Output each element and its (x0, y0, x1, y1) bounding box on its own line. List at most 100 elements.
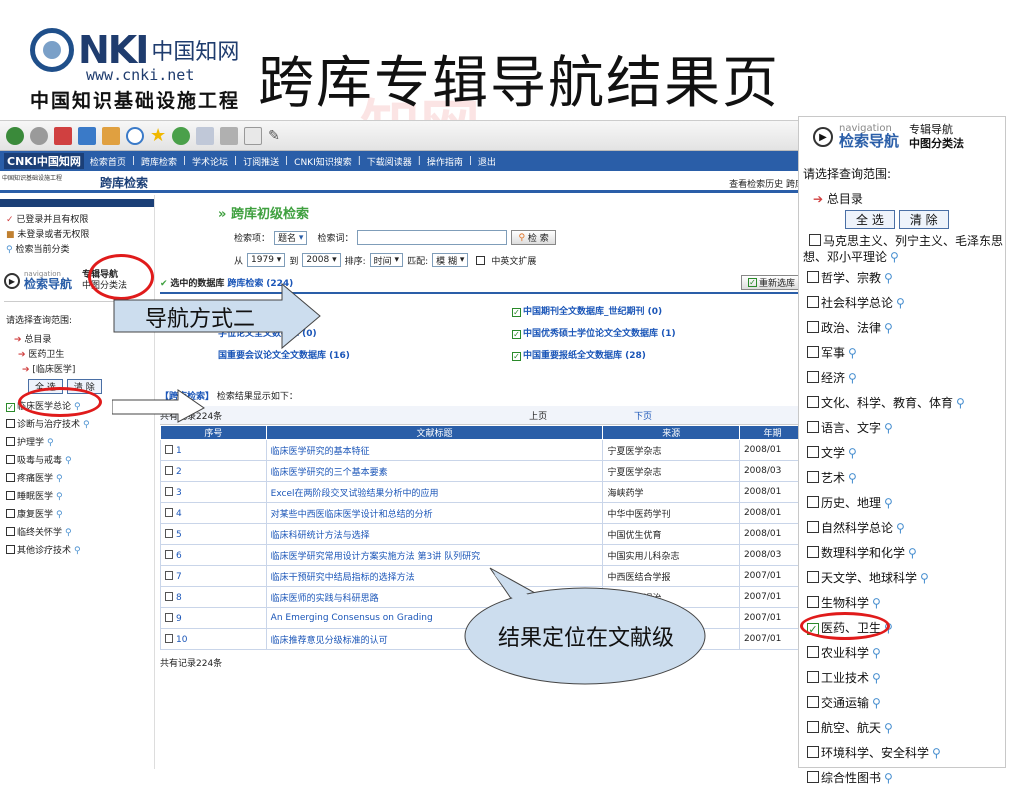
checkbox[interactable] (807, 421, 819, 433)
checkbox[interactable] (6, 419, 15, 428)
left-category-item[interactable]: 睡眠医学 ⚲ (0, 488, 154, 503)
checkbox[interactable] (807, 496, 819, 508)
magnifier-icon[interactable]: ⚲ (848, 446, 857, 460)
magnifier-icon[interactable]: ⚲ (56, 510, 63, 520)
document-icon[interactable] (165, 444, 173, 454)
document-icon[interactable] (165, 528, 173, 538)
document-icon[interactable] (165, 570, 173, 580)
magnifier-icon[interactable]: ⚲ (74, 546, 81, 556)
magnifier-icon[interactable]: ⚲ (890, 250, 899, 264)
checkbox[interactable] (807, 371, 819, 383)
checkbox[interactable] (807, 571, 819, 583)
magnifier-icon[interactable]: ⚲ (884, 721, 893, 735)
magnifier-icon[interactable]: ⚲ (884, 321, 893, 335)
checkbox[interactable] (807, 446, 819, 458)
checkbox[interactable] (807, 596, 819, 608)
nav-forum[interactable]: 学术论坛 (192, 155, 228, 168)
expand-checkbox[interactable] (476, 255, 486, 265)
tree-root[interactable]: ➔ 总目录 (799, 190, 1005, 207)
left-category-item[interactable]: 康复医学 ⚲ (0, 506, 154, 521)
magnifier-icon[interactable]: ⚲ (47, 438, 54, 448)
select-all-button[interactable]: 全 选 (845, 210, 895, 229)
nav-subscribe[interactable]: 订阅推送 (243, 155, 279, 168)
document-icon[interactable] (165, 549, 173, 559)
checkbox-checked[interactable]: ✓ (512, 352, 521, 361)
checkbox[interactable] (6, 437, 15, 446)
left-category-item[interactable]: 吸毒与戒毒 ⚲ (0, 452, 154, 467)
nav-knowledge-search[interactable]: CNKI知识搜索 (294, 155, 352, 168)
magnifier-icon[interactable]: ⚲ (896, 296, 905, 310)
right-category-item[interactable]: 自然科学总论 ⚲ (799, 519, 1005, 540)
right-category-item[interactable]: 数理科学和化学 ⚲ (799, 544, 1005, 565)
refresh-icon[interactable] (78, 126, 96, 145)
magnifier-icon[interactable]: ⚲ (956, 396, 965, 410)
clear-button[interactable]: 清 除 (898, 210, 949, 229)
from-year-select[interactable]: 1979 ▾ (247, 253, 286, 267)
magnifier-icon[interactable]: ⚲ (908, 546, 917, 560)
result-title-link[interactable]: 临床科研统计方法与选择 (265, 523, 604, 545)
checkbox[interactable] (807, 271, 819, 283)
right-category-item[interactable]: 政治、法律 ⚲ (799, 319, 1005, 340)
favorites-icon[interactable]: ★ (150, 125, 166, 146)
history-icon[interactable] (172, 126, 191, 145)
right-category-item[interactable]: 天文学、地球科学 ⚲ (799, 569, 1005, 590)
right-category-item[interactable]: 航空、航天 ⚲ (799, 719, 1005, 740)
prev-page-link[interactable]: 上页 (529, 409, 547, 422)
checkbox-checked[interactable]: ✓ (6, 403, 15, 412)
checkbox[interactable] (807, 771, 819, 783)
checkbox[interactable] (6, 491, 15, 500)
database-item[interactable]: ✓ 中国重要报纸全文数据库 (28) (512, 348, 806, 361)
result-title-link[interactable]: Excel在两阶段交叉试验结果分析中的应用 (265, 481, 604, 503)
right-category-item[interactable]: 马克思主义、列宁主义、毛泽东思想、邓小平理论 ⚲ (799, 233, 1005, 265)
magnifier-icon[interactable]: ⚲ (65, 528, 72, 538)
document-icon[interactable] (165, 465, 173, 475)
right-category-item[interactable]: 历史、地理 ⚲ (799, 494, 1005, 515)
magnifier-icon[interactable]: ⚲ (920, 571, 929, 585)
right-category-item[interactable]: 经济 ⚲ (799, 369, 1005, 390)
magnifier-icon[interactable]: ⚲ (884, 271, 893, 285)
checkbox[interactable] (807, 521, 819, 533)
magnifier-icon[interactable]: ⚲ (872, 646, 881, 660)
next-page-link[interactable]: 下页 (634, 409, 652, 422)
mail-icon[interactable] (196, 126, 215, 145)
right-category-item[interactable]: 农业科学 ⚲ (799, 644, 1005, 665)
right-category-item[interactable]: 哲学、宗教 ⚲ (799, 269, 1005, 290)
document-icon[interactable] (165, 507, 173, 517)
play-icon[interactable]: ▶ (813, 127, 833, 147)
magnifier-icon[interactable]: ⚲ (848, 346, 857, 360)
nav-home[interactable]: 检索首页 (90, 155, 126, 168)
edit-icon[interactable] (244, 126, 263, 145)
right-category-item[interactable]: 文学 ⚲ (799, 444, 1005, 465)
right-category-item[interactable]: 文化、科学、教育、体育 ⚲ (799, 394, 1005, 415)
checkbox[interactable] (807, 746, 819, 758)
checkbox[interactable] (6, 509, 15, 518)
checkbox[interactable] (809, 234, 821, 246)
nav-mode-album[interactable]: 专辑导航 (909, 123, 953, 136)
nav-guide[interactable]: 操作指南 (427, 155, 463, 168)
database-item[interactable]: ✓ 中国优秀硕士学位论文全文数据库 (1) (512, 326, 806, 339)
search-button[interactable]: ⚲ 检 索 (511, 230, 556, 245)
research-icon[interactable]: ✎ (268, 128, 280, 144)
right-category-item[interactable]: 语言、文字 ⚲ (799, 419, 1005, 440)
result-title-link[interactable]: 临床医学研究的三个基本要素 (265, 460, 604, 482)
nav-logout[interactable]: 退出 (478, 155, 496, 168)
checkbox[interactable] (807, 696, 819, 708)
result-title-link[interactable]: 对某些中西医临床医学设计和总结的分析 (265, 502, 604, 524)
checkbox-checked[interactable]: ✓ (512, 308, 521, 317)
field-select[interactable]: 题名 ▾ (274, 230, 308, 245)
checkbox[interactable] (6, 545, 15, 554)
document-icon[interactable] (165, 591, 173, 601)
database-item[interactable]: ✓ 中国期刊全文数据库_世纪期刊 (0) (512, 304, 806, 317)
nav-mode-clc[interactable]: 中图分类法 (909, 137, 964, 150)
search-icon[interactable] (126, 126, 144, 145)
document-icon[interactable] (165, 486, 173, 496)
right-category-item[interactable]: 综合性图书 ⚲ (799, 769, 1005, 790)
home-icon[interactable] (102, 126, 120, 145)
checkbox[interactable] (6, 527, 15, 536)
magnifier-icon[interactable]: ⚲ (896, 521, 905, 535)
magnifier-icon[interactable]: ⚲ (848, 371, 857, 385)
result-title-link[interactable]: 临床医学研究的基本特征 (265, 439, 604, 461)
magnifier-icon[interactable]: ⚲ (884, 421, 893, 435)
document-icon[interactable] (165, 633, 173, 643)
checkbox[interactable] (807, 321, 819, 333)
